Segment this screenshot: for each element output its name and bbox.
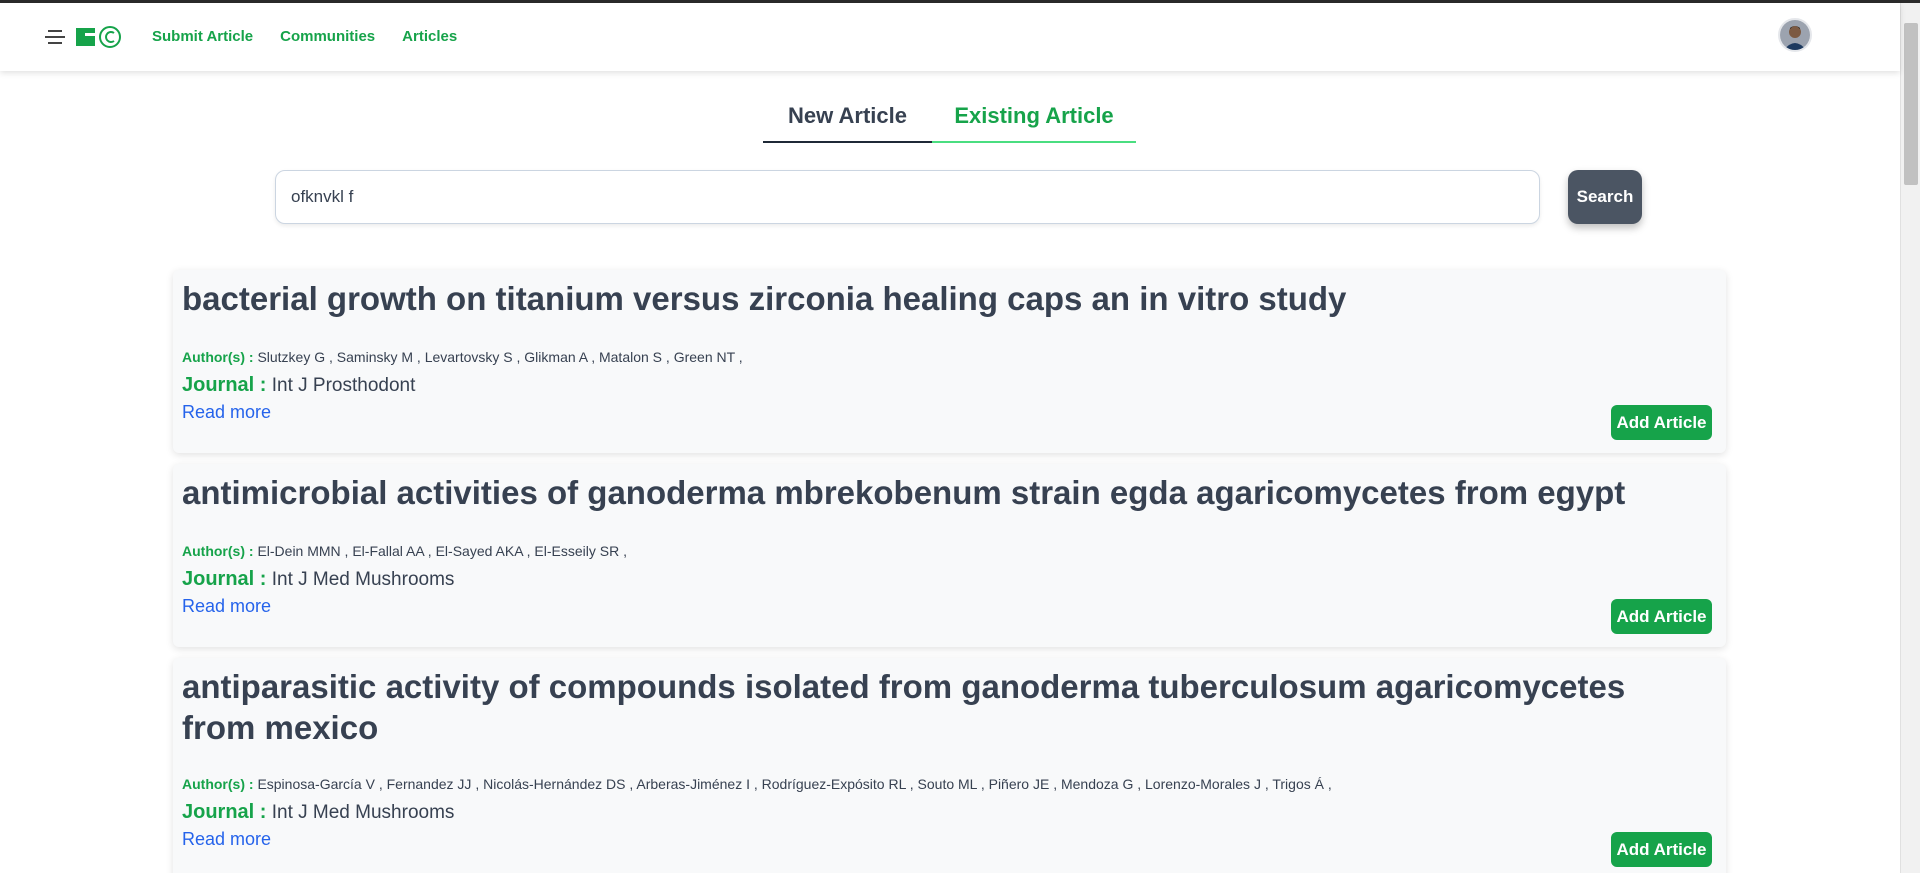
menu-icon[interactable] [45,27,65,47]
add-article-button[interactable]: Add Article [1611,599,1712,634]
authors-label: Author(s) : [182,349,254,365]
nav-articles[interactable]: Articles [402,28,457,45]
read-more-link[interactable]: Read more [182,829,271,850]
article-card: bacterial growth on titanium versus zirc… [173,270,1726,453]
article-authors: Author(s) : Slutzkey G , Saminsky M , Le… [182,349,743,365]
journal-label: Journal : [182,374,267,396]
article-authors: Author(s) : El-Dein MMN , El-Fallal AA ,… [182,543,627,559]
journal-value: Int J Med Mushrooms [271,569,455,590]
read-more-link[interactable]: Read more [182,596,271,617]
journal-label: Journal : [182,568,267,590]
read-more-link[interactable]: Read more [182,402,271,423]
add-article-button[interactable]: Add Article [1611,405,1712,440]
nav-communities[interactable]: Communities [280,28,375,45]
authors-value: Slutzkey G , Saminsky M , Levartovsky S … [257,349,743,365]
article-authors: Author(s) : Espinosa-García V , Fernande… [182,776,1332,792]
article-journal: Journal : Int J Med Mushrooms [182,568,454,591]
authors-label: Author(s) : [182,543,254,559]
article-tabs: New Article Existing Article [763,93,1136,143]
article-title: bacterial growth on titanium versus zirc… [182,280,1347,317]
authors-label: Author(s) : [182,776,254,792]
nav-submit-article[interactable]: Submit Article [152,28,253,45]
page-scrollbar[interactable] [1900,3,1920,873]
journal-label: Journal : [182,801,267,823]
tab-new-article[interactable]: New Article [763,93,932,143]
authors-value: El-Dein MMN , El-Fallal AA , El-Sayed AK… [257,543,627,559]
search-button[interactable]: Search [1568,170,1642,224]
tab-existing-article[interactable]: Existing Article [932,93,1136,143]
article-journal: Journal : Int J Med Mushrooms [182,801,454,824]
top-navbar: Submit Article Communities Articles [0,3,1900,71]
article-card: antiparasitic activity of compounds isol… [173,658,1726,873]
journal-value: Int J Med Mushrooms [271,802,455,823]
article-journal: Journal : Int J Prosthodont [182,374,415,397]
scrollbar-thumb[interactable] [1904,23,1918,185]
journal-value: Int J Prosthodont [271,375,416,396]
search-input[interactable] [275,170,1540,224]
article-card: antimicrobial activities of ganoderma mb… [173,464,1726,647]
article-title: antimicrobial activities of ganoderma mb… [182,474,1626,511]
site-logo[interactable] [76,25,122,49]
article-title: antiparasitic activity of compounds isol… [182,668,1626,746]
user-avatar[interactable] [1778,18,1812,52]
authors-value: Espinosa-García V , Fernandez JJ , Nicol… [257,776,1332,792]
add-article-button[interactable]: Add Article [1611,832,1712,867]
